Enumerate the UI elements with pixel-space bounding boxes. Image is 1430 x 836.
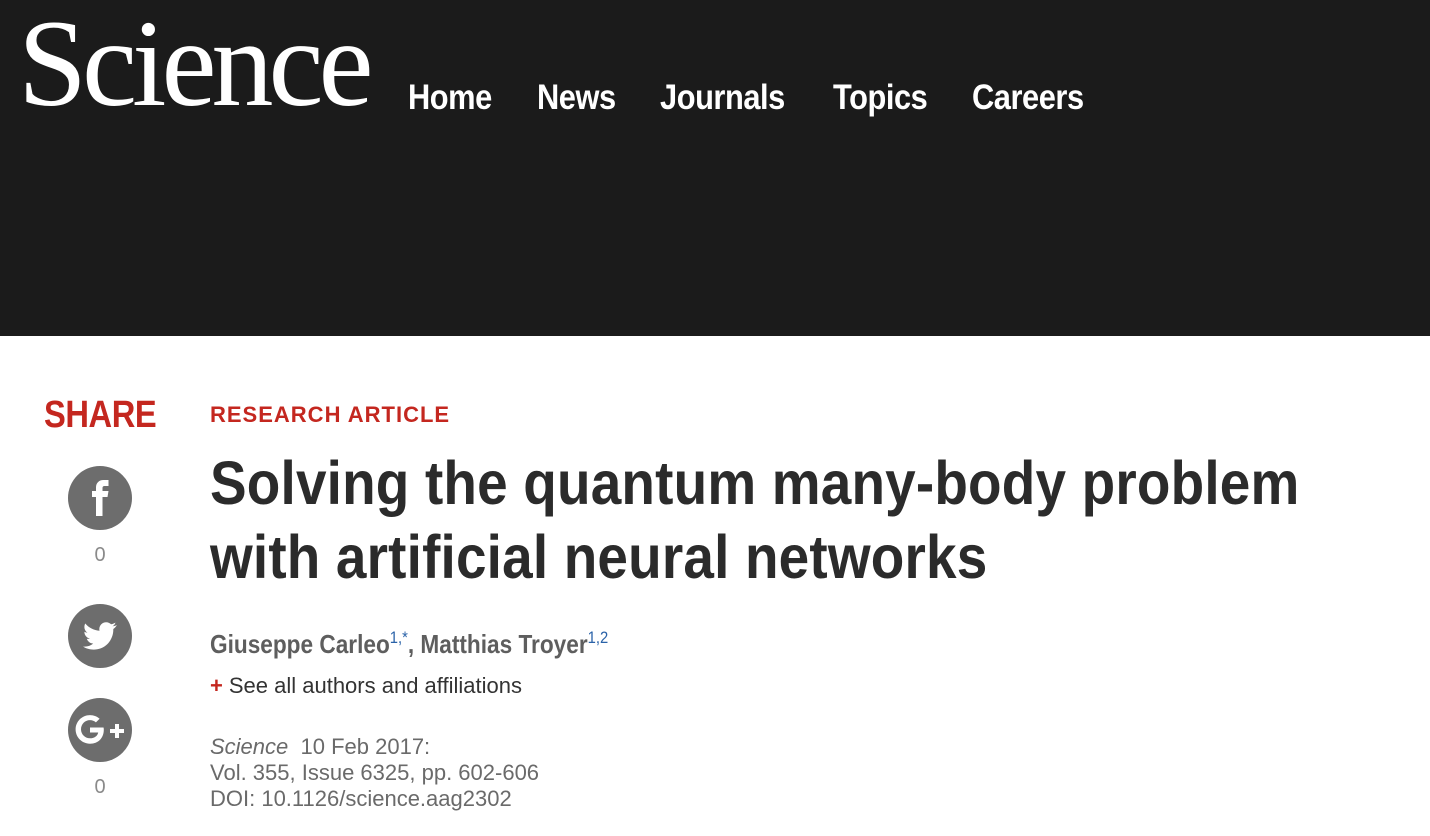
author-list: Giuseppe Carleo1,*, Matthias Troyer1,2 <box>210 628 608 660</box>
article-title: Solving the quantum many-body problem wi… <box>210 449 1300 591</box>
share-label: SHARE <box>44 394 157 436</box>
author-affiliation-marks[interactable]: 1,2 <box>588 628 609 647</box>
author-affiliation-marks[interactable]: 1,* <box>390 628 408 647</box>
twitter-share-button[interactable] <box>68 604 132 668</box>
facebook-icon <box>92 480 109 516</box>
citation-line-journal: Science 10 Feb 2017: <box>210 734 539 760</box>
see-all-authors-label: See all authors and affiliations <box>228 673 522 698</box>
google-plus-share-button[interactable] <box>68 698 132 762</box>
nav-journals[interactable]: Journals <box>660 78 785 118</box>
publication-date: 10 Feb 2017: <box>300 734 431 759</box>
nav-home[interactable]: Home <box>408 78 492 118</box>
author-link[interactable]: Giuseppe Carleo <box>210 629 390 659</box>
twitter-icon <box>83 622 117 650</box>
volume-issue-pages: Vol. 355, Issue 6325, pp. 602-606 <box>210 760 540 785</box>
author-link[interactable]: Matthias Troyer <box>420 629 587 659</box>
site-header: Science Home News Journals Topics Career… <box>0 0 1430 336</box>
article-type-label: RESEARCH ARTICLE <box>210 402 451 427</box>
doi: DOI: 10.1126/science.aag2302 <box>210 786 512 811</box>
google-plus-icon <box>75 715 124 744</box>
author-separator: , <box>407 629 421 659</box>
nav-news[interactable]: News <box>537 78 616 118</box>
science-logo[interactable]: Science <box>18 2 374 126</box>
facebook-share-count: 0 <box>94 544 106 566</box>
plus-icon: + <box>210 673 223 698</box>
facebook-share-button[interactable] <box>68 466 132 530</box>
see-all-authors-link[interactable]: + See all authors and affiliations <box>210 673 522 699</box>
journal-name: Science <box>210 734 289 759</box>
nav-topics[interactable]: Topics <box>833 78 928 118</box>
google-plus-share-count: 0 <box>94 776 106 798</box>
citation-block: Science 10 Feb 2017: Vol. 355, Issue 632… <box>210 734 539 812</box>
main-nav: Home News Journals Topics Careers <box>408 76 1131 120</box>
nav-careers[interactable]: Careers <box>972 78 1084 118</box>
